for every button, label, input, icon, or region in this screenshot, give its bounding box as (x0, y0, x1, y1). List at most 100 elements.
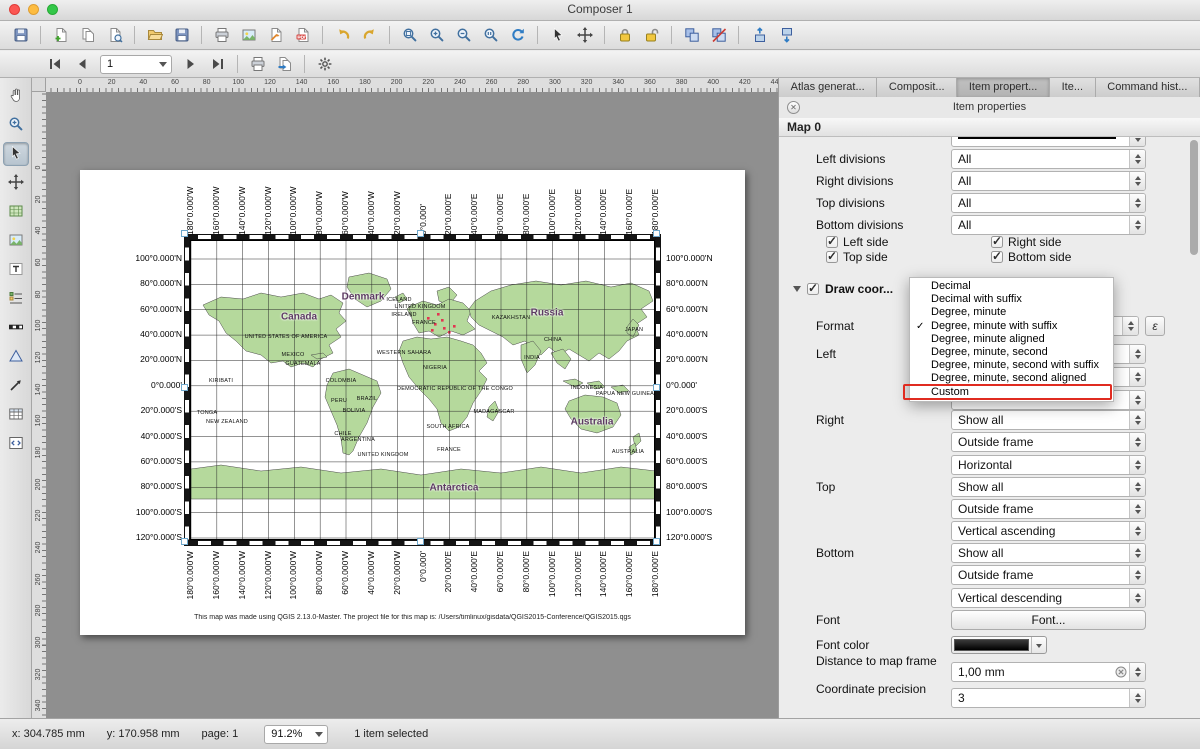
format-menu-item[interactable]: Degree, minute, second with suffix (910, 359, 1113, 372)
select-move-item-button[interactable] (3, 142, 29, 166)
minimize-window-button[interactable] (28, 4, 39, 15)
selection-handle[interactable] (181, 538, 188, 545)
right-annotation-select-3[interactable]: Horizontal (951, 455, 1146, 475)
format-menu-item[interactable]: Degree, minute, second aligned (910, 372, 1113, 385)
ungroup-items-button[interactable] (706, 24, 731, 46)
close-panel-button[interactable] (787, 101, 800, 114)
zoom-level-combo[interactable]: 91.2% (264, 725, 328, 744)
add-attribute-table-button[interactable] (3, 403, 29, 427)
atlas-settings-button[interactable] (312, 53, 337, 75)
selection-handle[interactable] (181, 384, 188, 391)
lock-selected-items-button[interactable] (612, 24, 637, 46)
lower-selected-items-button[interactable] (773, 24, 798, 46)
bottom-annotation-select-1[interactable]: Show all (951, 543, 1146, 563)
top-annotation-select-2[interactable]: Outside frame (951, 499, 1146, 519)
top-annotation-select-3[interactable]: Vertical ascending (951, 521, 1146, 541)
composition-manager-button[interactable] (102, 24, 127, 46)
data-defined-override-button[interactable] (1113, 664, 1129, 680)
zoom-actual-button[interactable] (478, 24, 503, 46)
format-menu-item[interactable]: Degree, minute, second (910, 346, 1113, 359)
select-move-item-button[interactable] (545, 24, 570, 46)
save-as-template-button[interactable] (169, 24, 194, 46)
move-item-content-button[interactable] (572, 24, 597, 46)
undo-button[interactable] (330, 24, 355, 46)
right-annotation-select-1[interactable]: Show all (951, 410, 1146, 430)
new-composition-button[interactable] (48, 24, 73, 46)
print-atlas-button[interactable] (245, 53, 270, 75)
format-menu-item[interactable]: Degree, minute aligned (910, 333, 1113, 346)
selection-handle[interactable] (653, 384, 660, 391)
add-new-legend-button[interactable] (3, 287, 29, 311)
scrollbar-thumb[interactable] (1190, 140, 1198, 255)
checkbox-icon[interactable] (807, 283, 819, 295)
collapse-triangle-icon[interactable] (793, 286, 801, 292)
selection-handle[interactable] (653, 538, 660, 545)
format-menu-item[interactable]: Degree, minute (910, 306, 1113, 319)
grid-line-style-select[interactable] (951, 137, 1146, 147)
format-menu-item[interactable]: Custom (910, 386, 1113, 399)
unlock-all-items-button[interactable] (639, 24, 664, 46)
atlas-page-combo[interactable]: 1 (100, 55, 172, 74)
selection-handle[interactable] (417, 230, 424, 237)
open-template-button[interactable] (142, 24, 167, 46)
export-atlas-button[interactable] (272, 53, 297, 75)
add-image-button[interactable] (3, 229, 29, 253)
pan-composer-button[interactable] (3, 84, 29, 108)
top-annotation-select-1[interactable]: Show all (951, 477, 1146, 497)
add-html-frame-button[interactable] (3, 432, 29, 456)
add-basic-shape-button[interactable] (3, 345, 29, 369)
atlas-next-button[interactable] (178, 53, 203, 75)
export-as-pdf-button[interactable] (290, 24, 315, 46)
group-items-button[interactable] (679, 24, 704, 46)
right-annotation-select-2[interactable]: Outside frame (951, 432, 1146, 452)
tab-composit---[interactable]: Composit... (877, 78, 957, 97)
top-side-checkbox[interactable]: Top side (826, 250, 888, 264)
redo-button[interactable] (357, 24, 382, 46)
add-new-label-button[interactable] (3, 258, 29, 282)
expression-button[interactable]: ε (1145, 316, 1165, 336)
zoom-full-button[interactable] (397, 24, 422, 46)
zoom-composer-button[interactable] (3, 113, 29, 137)
coordinate-precision-input[interactable]: 3 (951, 688, 1146, 708)
export-as-svg-button[interactable] (263, 24, 288, 46)
add-new-scalebar-button[interactable] (3, 316, 29, 340)
move-item-content-button[interactable] (3, 171, 29, 195)
raise-selected-items-button[interactable] (746, 24, 771, 46)
bottom-annotation-select-2[interactable]: Outside frame (951, 565, 1146, 585)
composer-page[interactable]: CanadaDenmarkRussiaAustraliaAntarcticaKI… (80, 170, 745, 635)
map-item[interactable]: CanadaDenmarkRussiaAustraliaAntarcticaKI… (190, 240, 655, 540)
right-side-checkbox[interactable]: Right side (991, 235, 1061, 249)
refresh-view-button[interactable] (505, 24, 530, 46)
format-menu-item[interactable]: Decimal (910, 280, 1113, 293)
distance-to-map-frame-input[interactable]: 1,00 mm (951, 662, 1146, 682)
save-project-button[interactable] (8, 24, 33, 46)
export-as-image-button[interactable] (236, 24, 261, 46)
selection-handle[interactable] (653, 230, 660, 237)
font-button[interactable]: Font... (951, 610, 1146, 630)
tab-ite---[interactable]: Ite... (1050, 78, 1096, 97)
bottom-divisions-select[interactable]: All (951, 215, 1146, 235)
close-window-button[interactable] (9, 4, 20, 15)
bottom-annotation-select-3[interactable]: Vertical descending (951, 588, 1146, 608)
atlas-first-button[interactable] (42, 53, 67, 75)
left-side-checkbox[interactable]: Left side (826, 235, 888, 249)
panel-scrollbar[interactable] (1189, 137, 1199, 718)
zoom-in-button[interactable] (424, 24, 449, 46)
atlas-last-button[interactable] (205, 53, 230, 75)
bottom-side-checkbox[interactable]: Bottom side (991, 250, 1071, 264)
print-button[interactable] (209, 24, 234, 46)
tab-item-propert---[interactable]: Item propert... (957, 78, 1050, 97)
atlas-prev-button[interactable] (69, 53, 94, 75)
zoom-window-button[interactable] (47, 4, 58, 15)
tab-command-hist---[interactable]: Command hist... (1096, 78, 1200, 97)
format-menu-item[interactable]: Decimal with suffix (910, 293, 1113, 306)
top-divisions-select[interactable]: All (951, 193, 1146, 213)
selection-handle[interactable] (417, 538, 424, 545)
zoom-out-button[interactable] (451, 24, 476, 46)
left-divisions-select[interactable]: All (951, 149, 1146, 169)
add-new-map-button[interactable] (3, 200, 29, 224)
selection-handle[interactable] (181, 230, 188, 237)
add-arrow-button[interactable] (3, 374, 29, 398)
duplicate-composition-button[interactable] (75, 24, 100, 46)
format-menu-item[interactable]: ✓Degree, minute with suffix (910, 320, 1113, 333)
